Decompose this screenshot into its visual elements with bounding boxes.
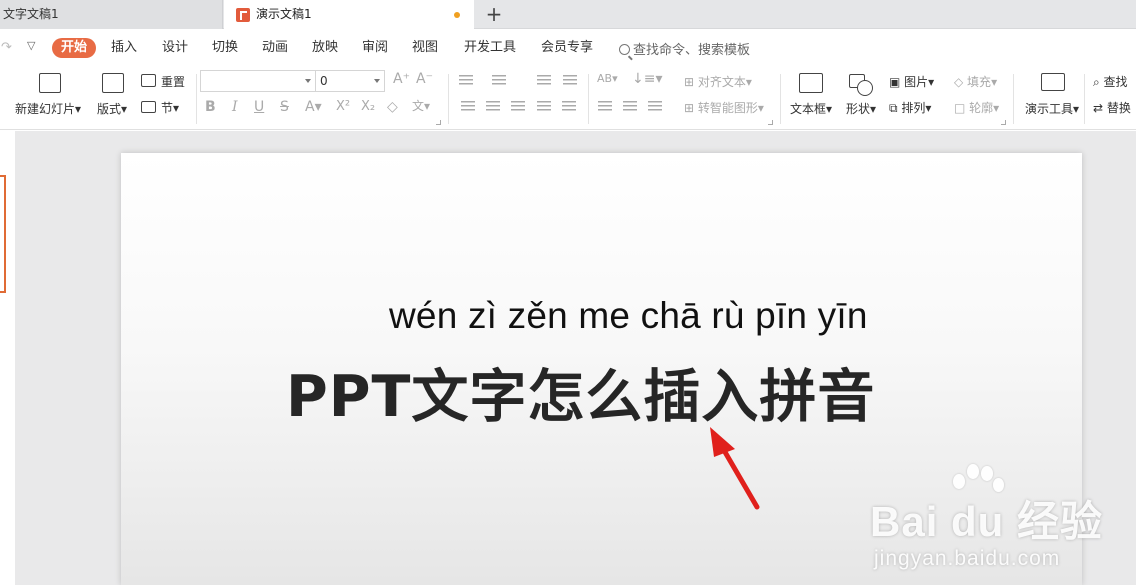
layout-icon[interactable] — [102, 73, 124, 93]
ribbon-divider — [588, 74, 589, 124]
watermark-logo: Bai du 经验 — [870, 498, 1104, 545]
new-tab-plus-icon[interactable]: + — [482, 1, 506, 27]
picture-button[interactable]: ▣ 图片▾ — [889, 73, 934, 90]
section-icon — [141, 101, 156, 113]
line-spacing-icon[interactable]: ↓≡▾ — [632, 71, 663, 87]
redo-icon[interactable]: ↷ — [1, 40, 12, 55]
increase-indent-icon[interactable] — [563, 75, 577, 87]
ribbon-divider — [448, 74, 449, 124]
search-icon — [619, 44, 630, 55]
subscript-icon[interactable]: X₂ — [361, 99, 375, 114]
tab-presentation[interactable]: 演示文稿1 — [224, 0, 474, 29]
menu-slideshow[interactable]: 放映 — [312, 39, 338, 57]
bullet-list-icon[interactable] — [459, 75, 473, 87]
ribbon-divider — [1084, 74, 1085, 124]
superscript-icon[interactable]: X² — [336, 99, 350, 114]
align-center-icon[interactable] — [486, 101, 500, 113]
baidu-jingyan-watermark: Bai du 经验 jingyan.baidu.com — [870, 488, 1103, 571]
align-left-icon[interactable] — [461, 101, 475, 113]
strikethrough-icon[interactable]: S — [280, 99, 289, 115]
fill-button[interactable]: ◇ 填充▾ — [954, 73, 997, 90]
slide-thumbnail[interactable] — [0, 175, 6, 293]
decrease-font-icon[interactable]: A⁻ — [416, 71, 433, 87]
command-search-placeholder: 查找命令、搜索模板 — [633, 43, 751, 58]
replace-button[interactable]: ⇄ 替换 — [1093, 99, 1131, 116]
pinyin-text[interactable]: wén zì zěn me chā rù pīn yīn — [389, 295, 868, 337]
textbox-button[interactable]: 文本框▾ — [790, 100, 832, 117]
new-slide-button[interactable]: 新建幻灯片▾ — [15, 100, 81, 117]
tab-label: 文字文稿1 — [3, 7, 59, 21]
quick-access-dropdown-icon[interactable]: ▽ — [27, 39, 35, 52]
numbered-list-icon[interactable] — [492, 75, 506, 87]
font-name-select[interactable] — [200, 70, 316, 92]
new-slide-icon[interactable] — [39, 73, 61, 93]
document-tab-bar: 文字文稿1 演示文稿1 + — [0, 0, 1136, 29]
command-search[interactable]: 查找命令、搜索模板 — [619, 39, 750, 58]
bold-icon[interactable]: B — [205, 99, 216, 115]
italic-icon[interactable]: I — [232, 99, 238, 115]
pinyin-guide-icon[interactable]: 文▾ — [412, 97, 430, 114]
decrease-indent-icon[interactable] — [537, 75, 551, 87]
spacing-adjust-icon[interactable] — [623, 101, 637, 113]
shape-button[interactable]: 形状▾ — [846, 100, 876, 117]
textbox-icon[interactable] — [799, 73, 823, 93]
font-dialog-launcher-icon[interactable] — [436, 120, 441, 125]
reset-icon — [141, 74, 156, 87]
present-tools-icon[interactable] — [1041, 73, 1065, 91]
ribbon-divider — [196, 74, 197, 124]
font-size-select[interactable]: 0 — [315, 70, 385, 92]
text-direction-icon[interactable]: AB▾ — [597, 72, 618, 85]
section-button[interactable]: 节▾ — [161, 99, 179, 116]
convert-smartart-button[interactable]: ⊞ 转智能图形▾ — [684, 99, 764, 116]
menu-transition[interactable]: 切换 — [212, 39, 238, 57]
find-button[interactable]: ⌕ 查找 — [1093, 73, 1128, 90]
layout-button[interactable]: 版式▾ — [97, 100, 127, 117]
paragraph-dialog-launcher-icon[interactable] — [768, 120, 773, 125]
paragraph-spacing-icon[interactable] — [598, 101, 612, 113]
menu-member[interactable]: 会员专享 — [541, 39, 593, 57]
watermark-url: jingyan.baidu.com — [874, 547, 1061, 570]
menu-bar: ↷ ▽ 开始 插入 设计 切换 动画 放映 审阅 视图 开发工具 会员专享 查找… — [0, 29, 1136, 66]
font-color-icon[interactable]: A▾ — [305, 99, 322, 115]
slide-title-text[interactable]: PPT文字怎么插入拼音 — [286, 351, 875, 433]
clear-format-icon[interactable]: ◇ — [387, 99, 398, 115]
drawing-dialog-launcher-icon[interactable] — [1001, 120, 1006, 125]
menu-review[interactable]: 审阅 — [362, 39, 388, 57]
increase-font-icon[interactable]: A⁺ — [393, 71, 410, 87]
menu-developer[interactable]: 开发工具 — [464, 39, 516, 57]
ribbon-divider — [780, 74, 781, 124]
unsaved-dot-icon — [454, 12, 460, 18]
underline-icon[interactable]: U — [254, 99, 264, 115]
align-right-icon[interactable] — [511, 101, 525, 113]
tab-label: 演示文稿1 — [256, 7, 312, 21]
tab-text-document[interactable]: 文字文稿1 — [0, 0, 223, 29]
presentation-icon — [236, 8, 250, 22]
menu-design[interactable]: 设计 — [162, 39, 188, 57]
ribbon-toolbar: 新建幻灯片▾ 版式▾ 重置 节▾ 0 A⁺ A⁻ B I U S A▾ X² X… — [0, 66, 1136, 130]
shape-circle-icon — [857, 80, 873, 96]
align-text-button[interactable]: ⊞ 对齐文本▾ — [684, 73, 752, 90]
arrange-button[interactable]: ⧉ 排列▾ — [889, 99, 931, 116]
outline-button[interactable]: □ 轮廓▾ — [954, 99, 999, 116]
ribbon-divider — [1013, 74, 1014, 124]
reset-button[interactable]: 重置 — [161, 73, 185, 90]
justify-icon[interactable] — [537, 101, 551, 113]
distribute-icon[interactable] — [562, 101, 576, 113]
menu-animation[interactable]: 动画 — [262, 39, 288, 57]
menu-insert[interactable]: 插入 — [111, 39, 137, 57]
menu-home[interactable]: 开始 — [52, 38, 97, 58]
line-height-icon[interactable] — [648, 101, 662, 113]
menu-view[interactable]: 视图 — [412, 39, 438, 57]
present-tools-button[interactable]: 演示工具▾ — [1025, 100, 1079, 117]
